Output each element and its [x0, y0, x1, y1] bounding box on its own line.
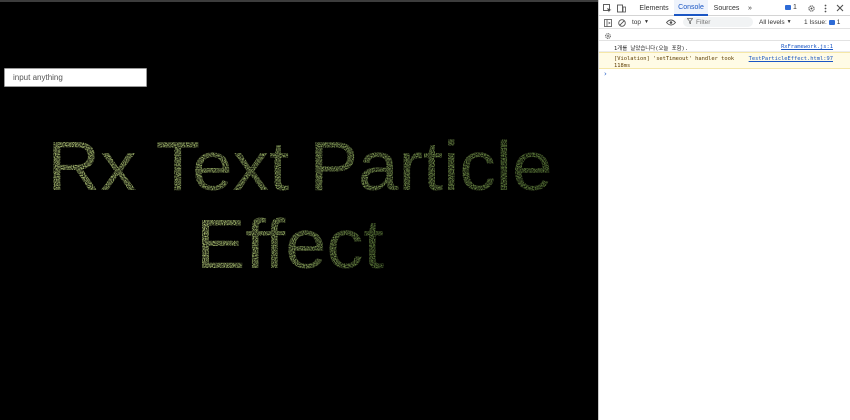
page-viewport: Rx Text Particle Effect	[0, 2, 598, 420]
console-output: 1개를 날았습니다(오늘 포함). RxFramework.js:1 [Viol…	[599, 41, 850, 79]
close-icon[interactable]	[835, 3, 845, 13]
screen: Rx Text Particle Effect Elements Console…	[0, 0, 850, 420]
tab-sources[interactable]: Sources	[709, 0, 744, 16]
more-tabs-button[interactable]: »	[744, 0, 756, 16]
log-levels-select[interactable]: All levels ▼	[759, 17, 792, 27]
message-badge-count: 1	[793, 4, 797, 11]
gear-icon[interactable]	[806, 3, 816, 13]
issues-count: 1	[836, 18, 841, 26]
log-source-link[interactable]: RxFramework.js:1	[781, 44, 833, 50]
issues-label: 1 Issue:	[804, 18, 827, 26]
particle-canvas: Rx Text Particle Effect	[48, 127, 553, 283]
clear-console-icon[interactable]	[617, 18, 626, 27]
context-select-value: top	[632, 18, 642, 26]
devtools-panel: Elements Console Sources » 1 top ▼ Filte…	[598, 0, 850, 420]
log-message: 1개를 날았습니다(오늘 포함).	[614, 46, 689, 52]
issues-button[interactable]: 1 Issue: 1	[804, 17, 840, 27]
devtools-tab-bar: Elements Console Sources » 1	[599, 0, 850, 16]
console-prompt-row[interactable]: ›	[599, 69, 850, 79]
prompt-chevron-icon: ›	[604, 70, 607, 78]
log-message-line1: [Violation] 'setTimeout' handler took	[614, 56, 735, 62]
filter-icon	[686, 18, 694, 26]
message-badge[interactable]: 1	[785, 4, 797, 11]
tab-console[interactable]: Console	[674, 0, 708, 16]
inspect-element-icon[interactable]	[602, 3, 612, 13]
device-toolbar-icon[interactable]	[616, 3, 626, 13]
log-levels-label: All levels	[759, 18, 785, 26]
console-toolbar: top ▼ Filter All levels ▼ 1 Issue: 1	[599, 16, 850, 29]
log-source-link[interactable]: TestParticleEffect.html:97	[749, 56, 833, 62]
kebab-menu-icon[interactable]	[821, 3, 829, 13]
console-warning-row: [Violation] 'setTimeout' handler took 11…	[599, 52, 850, 69]
console-settings-gear-icon[interactable]	[603, 31, 612, 40]
filter-input[interactable]: Filter	[683, 17, 753, 27]
sidebar-toggle-icon[interactable]	[603, 18, 612, 27]
console-settings-row	[599, 29, 850, 41]
message-icon	[785, 5, 791, 10]
particle-text-line2: Effect	[196, 205, 384, 283]
tab-elements[interactable]: Elements	[635, 0, 673, 16]
chevron-down-icon: ▼	[786, 19, 792, 25]
context-select[interactable]: top ▼	[632, 17, 649, 27]
filter-placeholder: Filter	[696, 18, 711, 26]
chevron-down-icon: ▼	[644, 19, 649, 25]
particle-text-line1: Rx Text Particle	[48, 127, 553, 205]
console-log-row: 1개를 날았습니다(오늘 포함). RxFramework.js:1	[599, 41, 850, 52]
eye-icon[interactable]	[665, 18, 676, 27]
issue-icon	[828, 19, 835, 25]
